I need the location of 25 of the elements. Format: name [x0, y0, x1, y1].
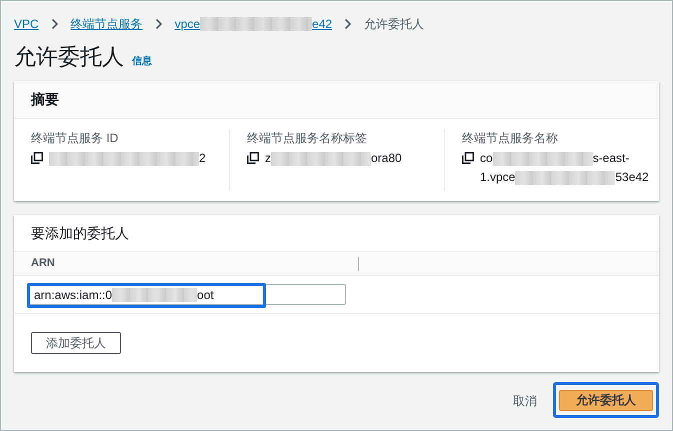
copy-icon[interactable] — [247, 152, 259, 164]
field-value: 2 — [49, 149, 206, 168]
column-header: ARN — [31, 256, 55, 272]
cancel-button[interactable]: 取消 — [513, 392, 537, 410]
chevron-right-icon — [50, 18, 59, 30]
breadcrumb-link[interactable]: vpce e42 — [174, 15, 332, 33]
field-value: 1.vpce 53e42 — [480, 169, 649, 186]
add-principal-button[interactable]: 添加委托人 — [31, 332, 121, 354]
allow-principals-button[interactable]: 允许委托人 — [559, 390, 653, 410]
arn-input[interactable]: arn:aws:iam::0 oot — [28, 284, 346, 305]
card-title: 要添加的委托人 — [31, 224, 129, 242]
breadcrumb-link[interactable]: VPC — [14, 15, 39, 33]
copy-icon[interactable] — [462, 152, 474, 164]
chevron-right-icon — [154, 18, 163, 30]
field-label: 终端节点服务名称标签 — [247, 130, 368, 147]
breadcrumb-current: 允许委托人 — [364, 16, 424, 33]
field-value: z ora80 — [265, 150, 402, 168]
chevron-right-icon — [344, 18, 352, 30]
info-link[interactable]: 信息 — [132, 54, 152, 71]
field-label: 终端节点服务名称 — [462, 130, 559, 147]
field-label: 终端节点服务 ID — [31, 130, 120, 147]
page-title: 允许委托人 — [14, 43, 124, 71]
copy-icon[interactable] — [31, 152, 43, 164]
card-title: 摘要 — [31, 90, 59, 109]
field-value: co s-east- — [480, 150, 630, 168]
